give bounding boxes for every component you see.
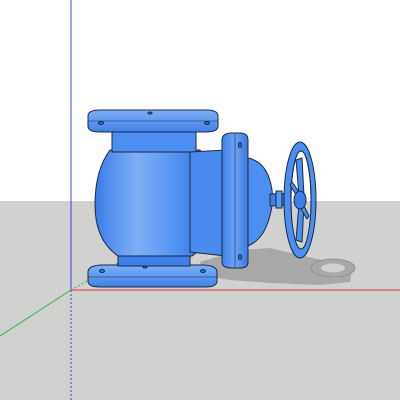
side-outlet-neck: [189, 149, 227, 257]
3d-viewport[interactable]: [0, 0, 400, 400]
top-flange-bolt-right: [204, 121, 210, 125]
bottom-flange-bolt-left: [99, 269, 105, 273]
bottom-flange: [87, 264, 218, 288]
side-flange-bolt-bottom: [238, 254, 242, 260]
valve-upper-neck: [111, 131, 197, 153]
handwheel-hub: [293, 190, 307, 210]
bottom-flange-bolt-right: [200, 269, 206, 273]
handwheel[interactable]: [283, 141, 317, 259]
scene-canvas[interactable]: [0, 0, 400, 400]
handwheel-shadow-hole: [321, 263, 345, 273]
top-flange-bolt-left: [98, 121, 104, 125]
side-flange-bolt-top: [238, 142, 242, 148]
stem-collar: [275, 190, 283, 209]
